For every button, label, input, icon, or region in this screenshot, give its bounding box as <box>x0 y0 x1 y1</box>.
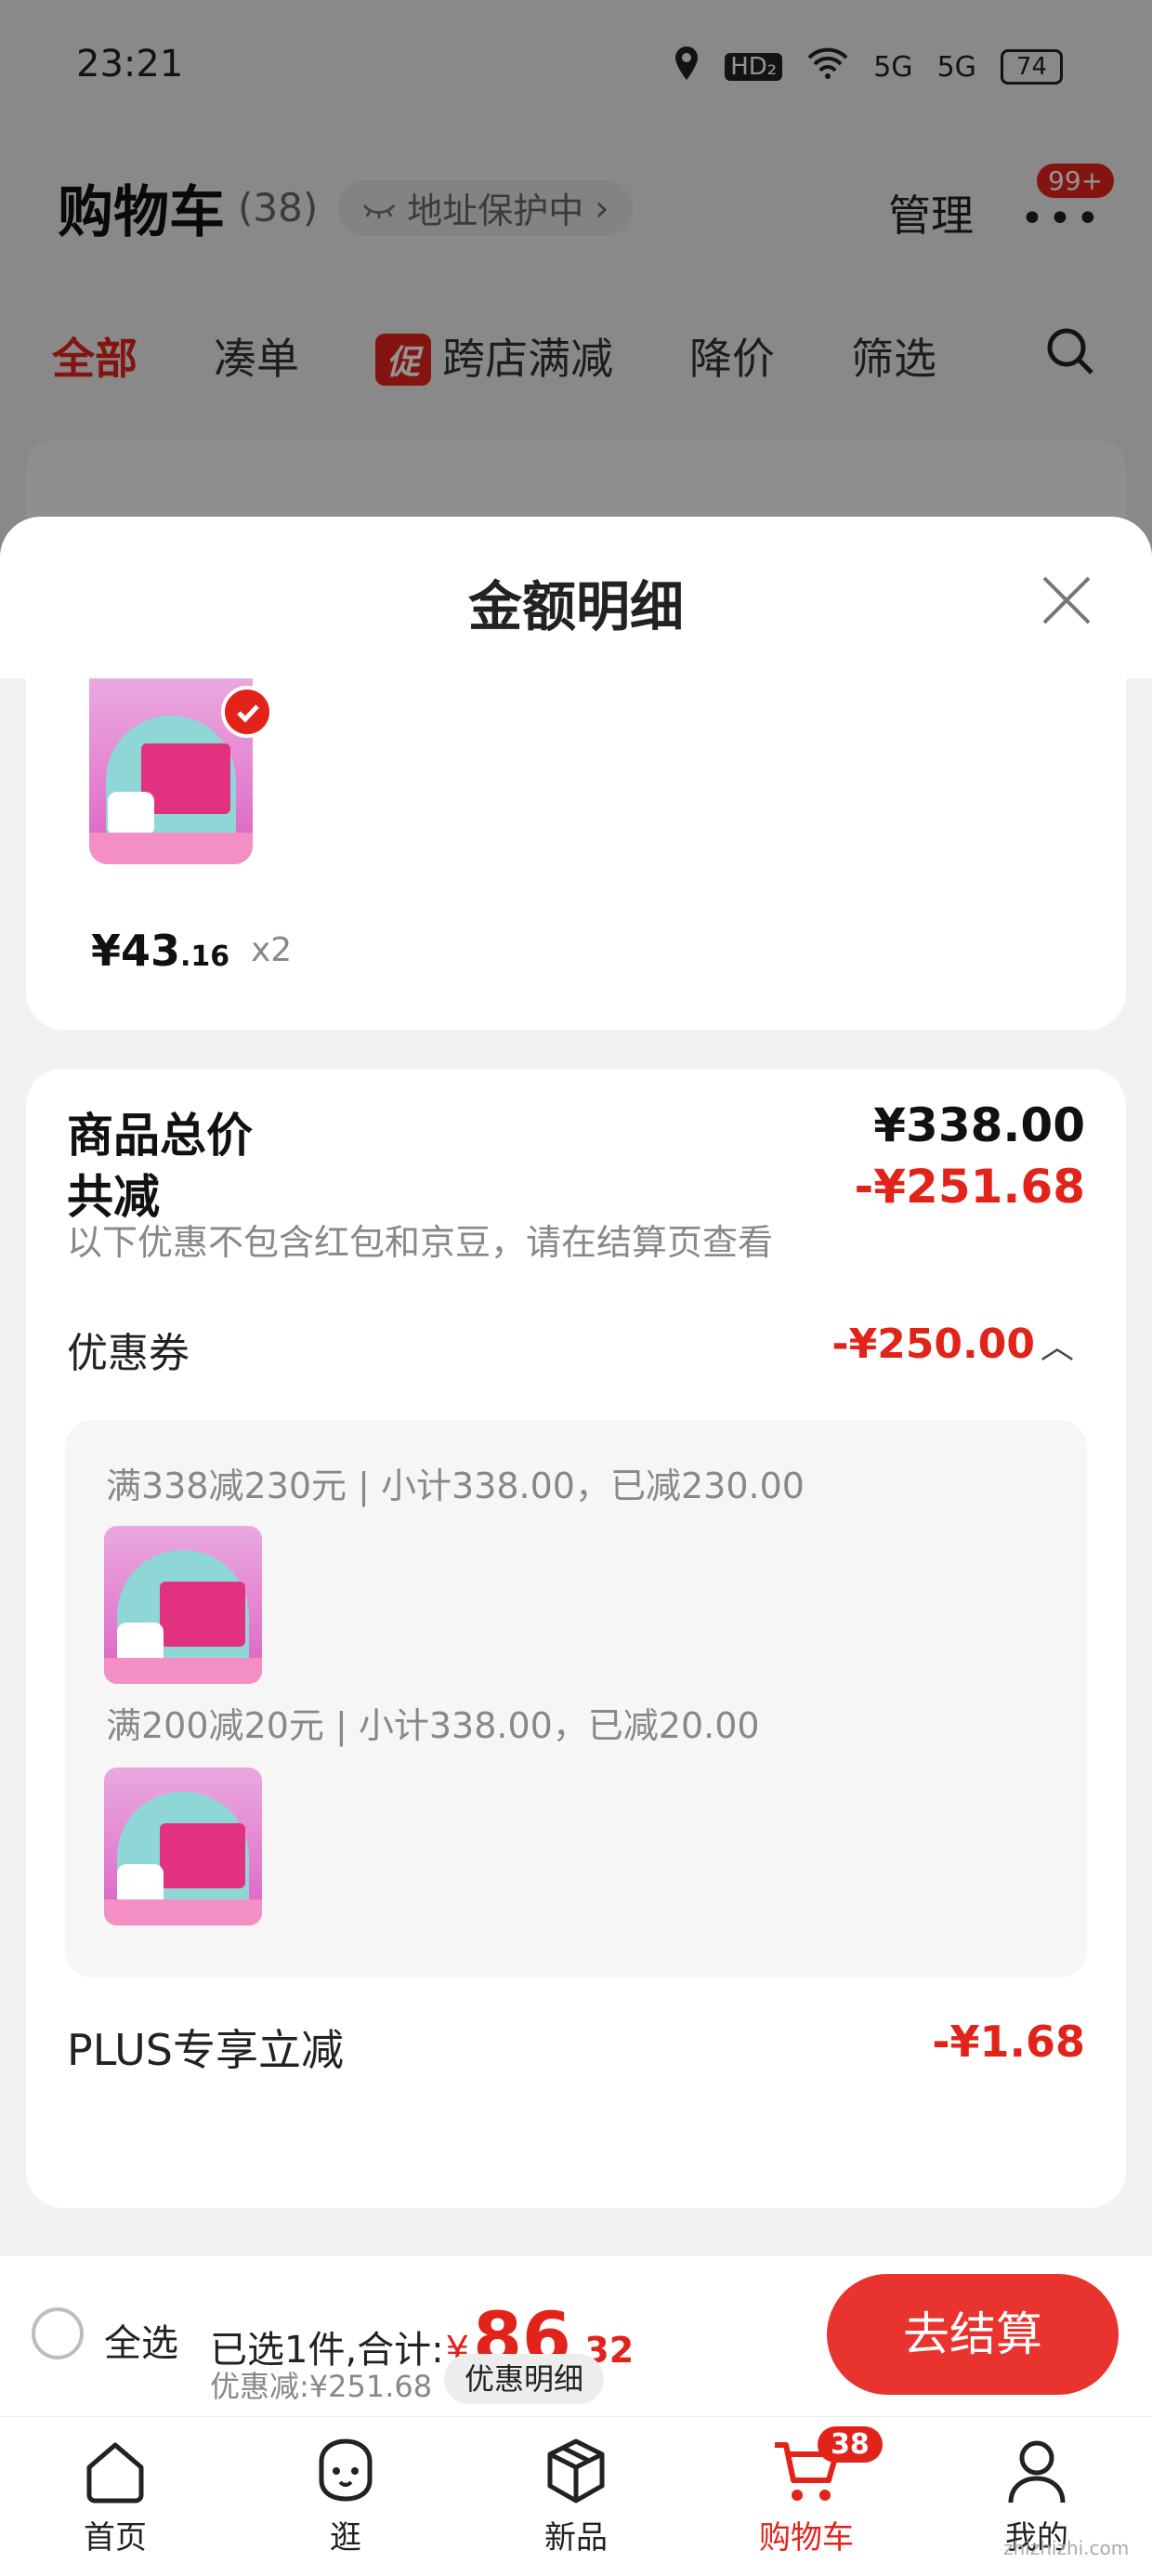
item-price-int: ¥43 <box>91 926 181 976</box>
coupon-value: -¥250.00 <box>831 1321 1035 1368</box>
browse-icon <box>319 2438 373 2502</box>
cart-badge: 38 <box>818 2426 883 2463</box>
amount-detail-sheet: 金额明细 ¥43.16 x2 商品总价 ¥338.00 共减 -¥251.68 … <box>0 517 1152 2254</box>
coupon-toggle[interactable]: -¥250.00 ︿ <box>831 1320 1074 1368</box>
nav-home-label: 首页 <box>84 2519 147 2556</box>
item-price: ¥43.16 <box>91 926 229 976</box>
select-all-label[interactable]: 全选 <box>104 2313 178 2367</box>
checkout-bar: 全选 已选1件,合计: ¥ 86 .32 优惠减:¥251.68 优惠明细 去结… <box>0 2254 1152 2416</box>
checkmark-icon <box>221 686 273 738</box>
profile-icon <box>1008 2440 1066 2504</box>
coupon-product-thumbnail-1[interactable] <box>104 1526 262 1684</box>
item-price-dec: .16 <box>180 940 230 973</box>
coupon-label: 优惠券 <box>67 1330 190 1377</box>
total-reduce-value: -¥251.68 <box>854 1160 1086 1214</box>
discount-detail-button[interactable]: 优惠明细 <box>444 2354 605 2404</box>
sheet-title: 金额明细 <box>467 575 684 638</box>
nav-home[interactable]: 首页 <box>41 2434 190 2557</box>
plus-discount-value: -¥1.68 <box>932 2017 1085 2067</box>
sheet-header: 金额明细 <box>0 517 1152 678</box>
select-all-radio[interactable] <box>32 2307 84 2359</box>
item-quantity: x2 <box>251 931 293 969</box>
coupon-rule-1: 满338减230元 | 小计338.00，已减230.00 <box>106 1465 805 1506</box>
plus-discount-label: PLUS专享立减 <box>67 2025 344 2075</box>
bottom-nav: 首页 逛 新品 38 购物车 我的 <box>0 2416 1152 2576</box>
checkout-button[interactable]: 去结算 <box>827 2274 1119 2395</box>
coupon-product-thumbnail-2[interactable] <box>104 1768 262 1925</box>
nav-new-label: 新品 <box>544 2519 608 2556</box>
selected-items-card: ¥43.16 x2 <box>26 678 1126 1030</box>
nav-browse[interactable]: 逛 <box>271 2434 420 2557</box>
watermark: zhizhizhi.com <box>1003 2537 1130 2559</box>
coupon-detail-box: 满338减230元 | 小计338.00，已减230.00 满200减20元 |… <box>65 1420 1087 1978</box>
discount-amount: 优惠减:¥251.68 <box>210 2369 433 2404</box>
price-detail-card: 商品总价 ¥338.00 共减 -¥251.68 以下优惠不包含红包和京豆，请在… <box>26 1069 1126 2208</box>
discount-note: 以下优惠不包含红包和京豆，请在结算页查看 <box>67 1222 774 1263</box>
goods-total-value: ¥338.00 <box>873 1098 1085 1152</box>
new-product-icon <box>547 2438 605 2504</box>
nav-new[interactable]: 新品 <box>502 2434 650 2557</box>
nav-cart[interactable]: 38 购物车 <box>732 2426 883 2557</box>
coupon-rule-2: 满200减20元 | 小计338.00，已减20.00 <box>106 1705 760 1746</box>
goods-total-label: 商品总价 <box>67 1109 253 1163</box>
close-icon[interactable] <box>1033 567 1100 634</box>
nav-cart-label: 购物车 <box>759 2519 854 2556</box>
nav-browse-label: 逛 <box>330 2519 361 2556</box>
home-icon <box>86 2442 144 2504</box>
chevron-up-icon: ︿ <box>1040 1328 1074 1366</box>
